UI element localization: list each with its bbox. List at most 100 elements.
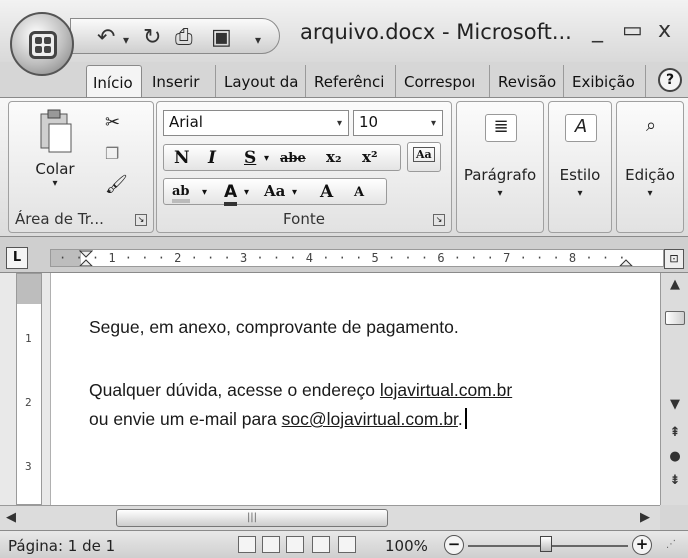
font-color-bar: ab ▾ A ▾ Aa ▾ A A [163, 178, 387, 206]
paste-icon [40, 109, 72, 153]
save-icon[interactable]: ▣ [211, 25, 232, 50]
clipboard-launcher-icon[interactable]: ↘ [135, 214, 147, 226]
zoom-level[interactable]: 100% [385, 537, 428, 555]
font-format-bar: N I S ▾ abe x₂ x² [163, 144, 401, 171]
previous-page-icon[interactable]: ⇞ [661, 425, 688, 440]
document-page[interactable]: Segue, em anexo, comprovante de pagament… [50, 273, 660, 505]
vertical-ruler[interactable]: 1 2 3 [16, 273, 42, 505]
shrink-font-button[interactable]: A [354, 185, 364, 200]
horizontal-scroll-thumb[interactable]: ||| [116, 509, 388, 527]
strikethrough-button[interactable]: abe [280, 151, 306, 166]
text-caret [464, 408, 467, 429]
close-button[interactable]: x [658, 18, 671, 43]
superscript-button[interactable]: x² [362, 148, 378, 166]
subscript-button[interactable]: x₂ [326, 148, 342, 166]
underline-dropdown-icon[interactable]: ▾ [264, 153, 269, 164]
style-dropdown-icon: ▾ [577, 188, 583, 199]
grow-font-button[interactable]: A [320, 182, 333, 202]
undo-icon[interactable]: ↶ [97, 25, 115, 50]
quick-access-toolbar: ↶ ▾ ↻ ⎙ ▣ ▾ [70, 18, 280, 54]
email-link[interactable]: soc@lojavirtual.com.br [282, 409, 458, 429]
undo-dropdown-icon[interactable]: ▾ [123, 33, 129, 47]
paragraph-group[interactable]: ≣ Parágrafo ▾ [456, 101, 544, 233]
scroll-up-icon[interactable]: ▲ [661, 277, 688, 292]
font-color-dropdown-icon[interactable]: ▾ [244, 187, 249, 198]
doc-line-2: Qualquer dúvida, acesse o endereço lojav… [89, 380, 512, 401]
format-painter-icon[interactable]: 🖌 [105, 174, 128, 195]
highlight-dropdown-icon[interactable]: ▾ [202, 187, 207, 198]
highlight-button[interactable]: ab [172, 184, 190, 203]
view-ruler-icon[interactable]: ⊡ [664, 249, 684, 269]
horizontal-ruler[interactable]: · · · 1 · · · 2 · · · 3 · · · 4 · · · 5 … [50, 249, 664, 267]
title-bar: ↶ ▾ ↻ ⎙ ▣ ▾ arquivo.docx - Microsoft... … [0, 0, 688, 62]
tab-revisao[interactable]: Revisão [492, 65, 564, 98]
paragraph-icon: ≣ [485, 114, 517, 142]
redo-icon[interactable]: ↻ [143, 25, 161, 50]
style-group[interactable]: A Estilo ▾ [548, 101, 612, 233]
font-name-select[interactable]: Arial ▾ [163, 110, 349, 136]
paragraph-dropdown-icon: ▾ [497, 188, 503, 199]
tab-inserir[interactable]: Inserir [146, 65, 216, 98]
scroll-down-icon[interactable]: ▼ [661, 397, 688, 412]
ribbon: Colar ▾ ✂ ❐ 🖌 Área de Tr... ↘ Arial ▾ 10… [0, 97, 688, 237]
clear-formatting-button[interactable]: Aa [407, 142, 441, 172]
font-color-button[interactable]: A [224, 182, 238, 206]
office-button[interactable] [10, 12, 74, 76]
draft-view-icon[interactable] [338, 536, 356, 553]
resize-grip-icon[interactable]: ⋰ [666, 539, 676, 550]
full-screen-reading-icon[interactable] [262, 536, 280, 553]
cut-icon[interactable]: ✂ [105, 112, 120, 133]
zoom-in-button[interactable]: + [632, 535, 652, 555]
change-case-button[interactable]: Aa [264, 182, 285, 200]
copy-icon[interactable]: ❐ [105, 144, 119, 163]
customize-qat-icon[interactable]: ▾ [255, 33, 261, 47]
doc-line-3: ou envie um e-mail para soc@lojavirtual.… [89, 408, 467, 430]
zoom-out-button[interactable]: − [444, 535, 464, 555]
clipboard-group-label: Área de Tr... [15, 210, 104, 228]
tab-selector-button[interactable]: L [6, 247, 28, 269]
select-browse-object-icon[interactable]: ● [661, 449, 688, 464]
editing-group[interactable]: ⌕ Edição ▾ [616, 101, 684, 233]
help-icon[interactable]: ? [658, 68, 682, 92]
outline-view-icon[interactable] [312, 536, 330, 553]
underline-button[interactable]: S [244, 148, 256, 168]
ruler-row: L · · · 1 · · · 2 · · · 3 · · · 4 · · · … [0, 237, 688, 273]
minimize-button[interactable]: _ [592, 18, 603, 43]
bold-button[interactable]: N [174, 148, 190, 168]
tab-correspondencias[interactable]: Correspoı [398, 65, 490, 98]
paste-button[interactable]: Colar ▾ [27, 108, 83, 198]
print-icon[interactable]: ⎙ [175, 25, 193, 50]
vertical-ruler-mark-2: 2 [25, 396, 32, 409]
maximize-button[interactable]: ▭ [622, 18, 643, 43]
tab-layout[interactable]: Layout da [218, 65, 306, 98]
font-size-value: 10 [359, 113, 379, 131]
zoom-slider-thumb[interactable] [540, 536, 552, 552]
doc-line-1: Segue, em anexo, comprovante de pagament… [89, 317, 459, 337]
clear-formatting-icon: Aa [413, 147, 435, 162]
font-name-dropdown-icon: ▾ [336, 118, 342, 129]
right-indent-marker-icon[interactable] [619, 250, 633, 267]
scroll-right-icon[interactable]: ▶ [640, 510, 650, 525]
horizontal-scrollbar[interactable]: ◀ ||| ▶ [0, 505, 660, 530]
page-count-status[interactable]: Página: 1 de 1 [8, 537, 115, 555]
web-layout-icon[interactable] [286, 536, 304, 553]
paste-dropdown-icon[interactable]: ▾ [27, 178, 83, 189]
italic-button[interactable]: I [208, 148, 216, 168]
doc-line-2-text: Qualquer dúvida, acesse o endereço [89, 380, 376, 400]
tab-exibicao[interactable]: Exibição [566, 65, 646, 98]
status-bar: Página: 1 de 1 100% − + ⋰ [0, 530, 688, 558]
ruler-marks: · · · 1 · · · 2 · · · 3 · · · 4 · · · 5 … [59, 251, 627, 265]
font-launcher-icon[interactable]: ↘ [433, 214, 445, 226]
font-size-select[interactable]: 10 ▾ [353, 110, 443, 136]
vertical-scroll-thumb[interactable] [665, 311, 685, 325]
print-layout-view-icon[interactable] [238, 536, 256, 553]
next-page-icon[interactable]: ⇟ [661, 473, 688, 488]
style-label: Estilo [559, 166, 601, 184]
indent-marker-icon[interactable] [79, 250, 93, 267]
scroll-left-icon[interactable]: ◀ [6, 510, 16, 525]
website-link[interactable]: lojavirtual.com.br [380, 380, 512, 400]
change-case-dropdown-icon[interactable]: ▾ [292, 187, 297, 198]
tab-inicio[interactable]: Início [86, 65, 142, 98]
vertical-scrollbar[interactable]: ▲ ▼ ⇞ ● ⇟ [660, 273, 688, 505]
tab-referencias[interactable]: Referênci [308, 65, 396, 98]
